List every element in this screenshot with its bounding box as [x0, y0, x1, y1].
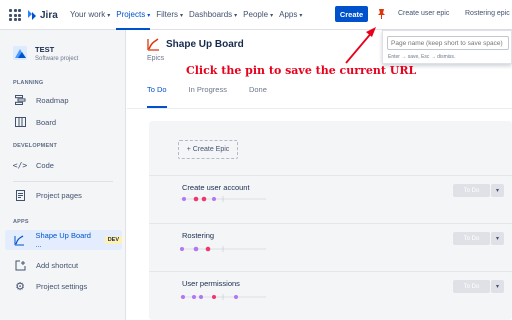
sidebar-item-shape-up-board[interactable]: Shape Up Board ... DEV	[5, 230, 122, 250]
tabs-divider	[127, 108, 512, 109]
jira-logo-text: Jira	[40, 9, 58, 21]
hill-progress-track	[180, 294, 266, 300]
sidebar-item-label: Board	[36, 117, 57, 127]
page-subtitle: Epics	[147, 55, 165, 62]
sidebar-item-label: Add shortcut	[36, 260, 79, 270]
create-button[interactable]: Create	[335, 6, 368, 22]
sidebar-item-label: Code	[36, 160, 54, 170]
sidebar-item-label: Project pages	[36, 190, 82, 200]
chevron-down-icon: ▾	[234, 13, 238, 19]
pin-icon	[377, 9, 385, 19]
project-avatar[interactable]	[13, 46, 27, 60]
board-icon	[14, 116, 26, 128]
jira-logo[interactable]: Jira	[27, 8, 58, 22]
gear-icon: ⚙	[15, 280, 25, 293]
sidebar-item-roadmap[interactable]: Roadmap	[5, 90, 122, 110]
epic-name: Rostering	[182, 231, 215, 240]
sidebar-item-project-settings[interactable]: ⚙ Project settings	[5, 276, 122, 296]
status-button[interactable]: To Do	[453, 232, 490, 245]
sidebar-item-code[interactable]: </> Code	[5, 155, 122, 175]
sidebar-item-project-pages[interactable]: Project pages	[5, 185, 122, 205]
page-title-text: Shape Up Board	[166, 39, 244, 50]
bookmark-create-user-epic[interactable]: Create user epic	[398, 0, 449, 28]
jira-logo-icon	[28, 10, 36, 20]
nav-apps[interactable]: Apps ▾	[276, 0, 305, 30]
epic-row[interactable]: User permissions To Do ▾	[149, 271, 512, 317]
project-sidebar: TEST Software project PLANNING Roadmap B…	[0, 30, 126, 320]
nav-your-work[interactable]: Your work ▾	[67, 0, 113, 30]
epic-board: + Create Epic Create user account To Do …	[149, 121, 512, 320]
roadmap-icon	[14, 94, 26, 106]
status-button[interactable]: To Do	[453, 280, 490, 293]
hill-progress-track	[180, 196, 266, 202]
page-icon	[14, 189, 26, 201]
project-type: Software project	[35, 56, 79, 62]
sidebar-item-label: Shape Up Board ...	[35, 231, 91, 249]
status-button[interactable]: To Do	[453, 184, 490, 197]
tab-in-progress[interactable]: In Progress	[189, 85, 227, 105]
sidebar-divider	[13, 181, 113, 182]
section-apps: APPS	[13, 219, 29, 225]
nav-dashboards[interactable]: Dashboards ▾	[186, 0, 240, 30]
project-name: TEST	[35, 45, 55, 54]
epic-name: Create user account	[182, 183, 250, 192]
section-planning: PLANNING	[13, 80, 44, 86]
section-development: DEVELOPMENT	[13, 143, 58, 149]
chevron-down-icon: ▾	[270, 13, 274, 19]
annotation-text: Click the pin to save the current URL	[186, 64, 417, 77]
epic-tabs: To Do In Progress Done	[147, 85, 267, 108]
chevron-down-icon: ▾	[180, 13, 184, 19]
nav-apps-label: Apps	[279, 10, 298, 19]
status-dropdown-icon[interactable]: ▾	[491, 184, 504, 197]
nav-projects[interactable]: Projects ▾	[113, 0, 153, 30]
nav-projects-label: Projects	[116, 10, 146, 19]
chevron-down-icon: ▾	[107, 13, 111, 19]
code-icon: </>	[12, 160, 28, 170]
nav-dashboards-label: Dashboards	[189, 10, 233, 19]
epic-row[interactable]: Create user account To Do ▾	[149, 175, 512, 221]
hill-progress-track	[180, 246, 266, 252]
nav-filters-label: Filters	[156, 10, 178, 19]
epic-name: User permissions	[182, 279, 240, 288]
status-dropdown-icon[interactable]: ▾	[491, 232, 504, 245]
epic-row[interactable]: Rostering To Do ▾	[149, 223, 512, 269]
nav-filters[interactable]: Filters ▾	[153, 0, 186, 30]
dev-badge: DEV	[104, 236, 122, 244]
chevron-down-icon: ▾	[299, 13, 303, 19]
sidebar-item-board[interactable]: Board	[5, 112, 122, 132]
create-epic-button[interactable]: + Create Epic	[178, 140, 238, 159]
sidebar-item-label: Roadmap	[36, 95, 69, 105]
tab-done[interactable]: Done	[249, 85, 267, 105]
add-shortcut-icon	[14, 259, 26, 271]
page-title: Shape Up Board	[147, 38, 244, 51]
shape-up-logo-icon	[147, 38, 159, 51]
nav-your-work-label: Your work	[70, 10, 106, 19]
chevron-down-icon: ▾	[147, 13, 151, 19]
sidebar-item-label: Project settings	[36, 281, 88, 291]
app-switcher-icon[interactable]	[9, 9, 21, 21]
sidebar-item-add-shortcut[interactable]: Add shortcut	[5, 255, 122, 275]
project-avatar-icon	[13, 46, 27, 60]
top-navigation-bar: Jira Your work ▾ Projects ▾ Filters ▾ Dashb…	[0, 0, 512, 30]
nav-people[interactable]: People ▾	[240, 0, 276, 30]
shape-up-icon	[14, 234, 26, 246]
nav-people-label: People	[243, 10, 269, 19]
tab-to-do[interactable]: To Do	[147, 85, 167, 108]
pin-button[interactable]	[373, 4, 389, 24]
bookmark-rostering-epic[interactable]: Rostering epic	[465, 0, 510, 28]
main-nav: Your work ▾ Projects ▾ Filters ▾ Dashboards…	[67, 0, 305, 30]
status-dropdown-icon[interactable]: ▾	[491, 280, 504, 293]
